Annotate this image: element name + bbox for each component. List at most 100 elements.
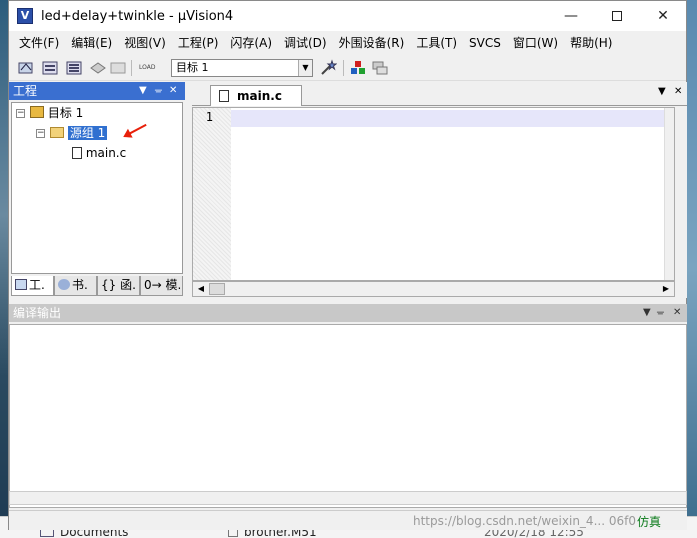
tab-project[interactable]: 工. — [11, 276, 54, 296]
tab-functions-label: {} 函. — [101, 278, 136, 292]
editor-menu-icon[interactable]: ▼ — [658, 86, 666, 97]
project-panel-tabs: 工. 书. {} 函. 0→ 模. — [11, 276, 183, 296]
toolbar-separator — [131, 60, 132, 76]
tab-books[interactable]: 书. — [54, 276, 97, 296]
batch-build-button[interactable] — [89, 59, 107, 77]
packs-icon — [372, 61, 388, 75]
panel-menu-icon[interactable]: ▼ — [139, 82, 147, 100]
target-options-button[interactable] — [319, 59, 338, 77]
rebuild-icon — [66, 61, 82, 75]
tree-item-target[interactable]: 目标 1 — [30, 104, 83, 122]
minimize-button[interactable]: — — [548, 1, 594, 31]
output-menu-icon[interactable]: ▼ — [643, 304, 651, 322]
tree-file-label: main.c — [85, 146, 127, 160]
menu-window[interactable]: 窗口(W) — [507, 31, 564, 55]
dropdown-arrow-icon: ▼ — [298, 60, 312, 76]
window-title: led+delay+twinkle - μVision4 — [41, 8, 234, 24]
build-button[interactable] — [41, 59, 59, 77]
c-file-icon — [72, 147, 82, 159]
editor-vertical-scrollbar[interactable] — [664, 108, 674, 280]
panel-close-icon[interactable]: ✕ — [169, 82, 177, 100]
close-button[interactable]: ✕ — [640, 1, 686, 31]
editor-horizontal-scrollbar[interactable]: ◀ ▶ — [192, 281, 675, 297]
desktop-left-edge — [0, 0, 8, 538]
menu-tools[interactable]: 工具(T) — [410, 31, 463, 55]
project-panel: 工程 ▼ ᚚ ✕ − 目标 1 − 源组 1 main.c 工. 书. {} 函… — [9, 82, 185, 298]
uvision-window: V led+delay+twinkle - μVision4 — ✕ 文件(F)… — [8, 0, 687, 530]
status-simulation: 仿真 — [636, 515, 661, 529]
components-icon — [351, 61, 365, 74]
pin-icon[interactable]: ᚚ — [155, 82, 162, 100]
maximize-icon — [612, 11, 622, 21]
download-load-label: LOAD — [139, 64, 156, 71]
watermark-text: https://blog.csdn.net/weixin_4... 06f0 — [413, 514, 636, 528]
build-toolbar: LOAD 目标 1 ▼ — [9, 55, 686, 81]
tab-project-label: 工. — [29, 278, 45, 292]
editor-tab-bar: main.c ▼ ✕ — [192, 82, 687, 106]
magic-wand-icon — [321, 59, 338, 75]
batch-build-icon — [90, 62, 106, 74]
books-tab-icon — [58, 279, 70, 290]
build-icon — [42, 61, 58, 75]
output-close-icon[interactable]: ✕ — [673, 304, 681, 322]
title-bar: V led+delay+twinkle - μVision4 — ✕ — [9, 1, 686, 31]
rebuild-button[interactable] — [65, 59, 83, 77]
tab-books-label: 书. — [72, 278, 88, 292]
desktop-right-edge — [687, 0, 697, 538]
output-pin-icon[interactable]: ᚚ — [657, 304, 664, 322]
tab-templates-label: 0→ 模. — [144, 278, 182, 292]
menu-bar: 文件(F) 编辑(E) 视图(V) 工程(P) 闪存(A) 调试(D) 外围设备… — [9, 31, 686, 55]
select-packs-button[interactable] — [371, 59, 389, 77]
tree-item-group[interactable]: 源组 1 — [50, 124, 108, 142]
maximize-button[interactable] — [594, 1, 640, 31]
stop-build-button[interactable] — [109, 59, 127, 77]
toolbar-separator — [343, 60, 344, 76]
menu-edit[interactable]: 编辑(E) — [65, 31, 118, 55]
editor-tab-label: main.c — [237, 89, 282, 103]
manage-components-button[interactable] — [349, 59, 367, 77]
tab-templates[interactable]: 0→ 模. — [140, 276, 183, 296]
output-panel-title: 编译输出 — [13, 306, 62, 320]
folder-icon — [50, 127, 64, 138]
menu-view[interactable]: 视图(V) — [118, 31, 172, 55]
scroll-right-icon[interactable]: ▶ — [659, 283, 673, 295]
build-output-panel: 编译输出 ▼ ᚚ ✕ https://blog.csdn.net/weixin_… — [9, 304, 687, 530]
current-line-highlight — [231, 110, 666, 127]
editor-close-icon[interactable]: ✕ — [674, 86, 682, 97]
editor-tab-main-c[interactable]: main.c — [210, 85, 302, 106]
editor-panel: main.c ▼ ✕ 1 ◀ ▶ — [192, 82, 687, 298]
translate-icon — [18, 62, 33, 74]
menu-project[interactable]: 工程(P) — [172, 31, 225, 55]
c-file-icon — [219, 90, 229, 102]
menu-peripherals[interactable]: 外围设备(R) — [333, 31, 411, 55]
tree-target-label: 目标 1 — [47, 106, 84, 120]
project-panel-title: 工程 — [13, 84, 38, 98]
output-horizontal-scrollbar[interactable] — [9, 491, 687, 505]
target-icon — [30, 106, 44, 118]
project-tab-icon — [15, 279, 27, 290]
menu-svcs[interactable]: SVCS — [463, 31, 507, 55]
menu-file[interactable]: 文件(F) — [13, 31, 65, 55]
project-panel-header: 工程 ▼ ᚚ ✕ — [9, 82, 185, 100]
scroll-left-icon[interactable]: ◀ — [194, 283, 208, 295]
collapse-group-icon[interactable]: − — [36, 129, 45, 138]
translate-button[interactable] — [17, 59, 35, 77]
scroll-thumb[interactable] — [209, 283, 225, 295]
download-button[interactable]: LOAD — [139, 59, 157, 77]
tab-functions[interactable]: {} 函. — [97, 276, 140, 296]
project-tree: − 目标 1 − 源组 1 main.c — [11, 102, 183, 274]
build-output-text[interactable] — [9, 324, 687, 508]
status-bar: https://blog.csdn.net/weixin_4... 06f0 仿… — [9, 510, 687, 530]
menu-debug[interactable]: 调试(D) — [278, 31, 333, 55]
output-panel-header: 编译输出 ▼ ᚚ ✕ — [9, 304, 687, 322]
stop-build-icon — [110, 62, 126, 74]
line-number: 1 — [205, 110, 213, 124]
uvision-app-icon: V — [17, 8, 33, 24]
collapse-target-icon[interactable]: − — [16, 109, 25, 118]
target-select-value: 目标 1 — [176, 61, 209, 74]
menu-help[interactable]: 帮助(H) — [564, 31, 618, 55]
tree-item-file[interactable]: main.c — [72, 144, 126, 162]
target-select[interactable]: 目标 1 ▼ — [171, 59, 313, 77]
code-editor[interactable]: 1 — [192, 107, 675, 281]
menu-flash[interactable]: 闪存(A) — [224, 31, 278, 55]
